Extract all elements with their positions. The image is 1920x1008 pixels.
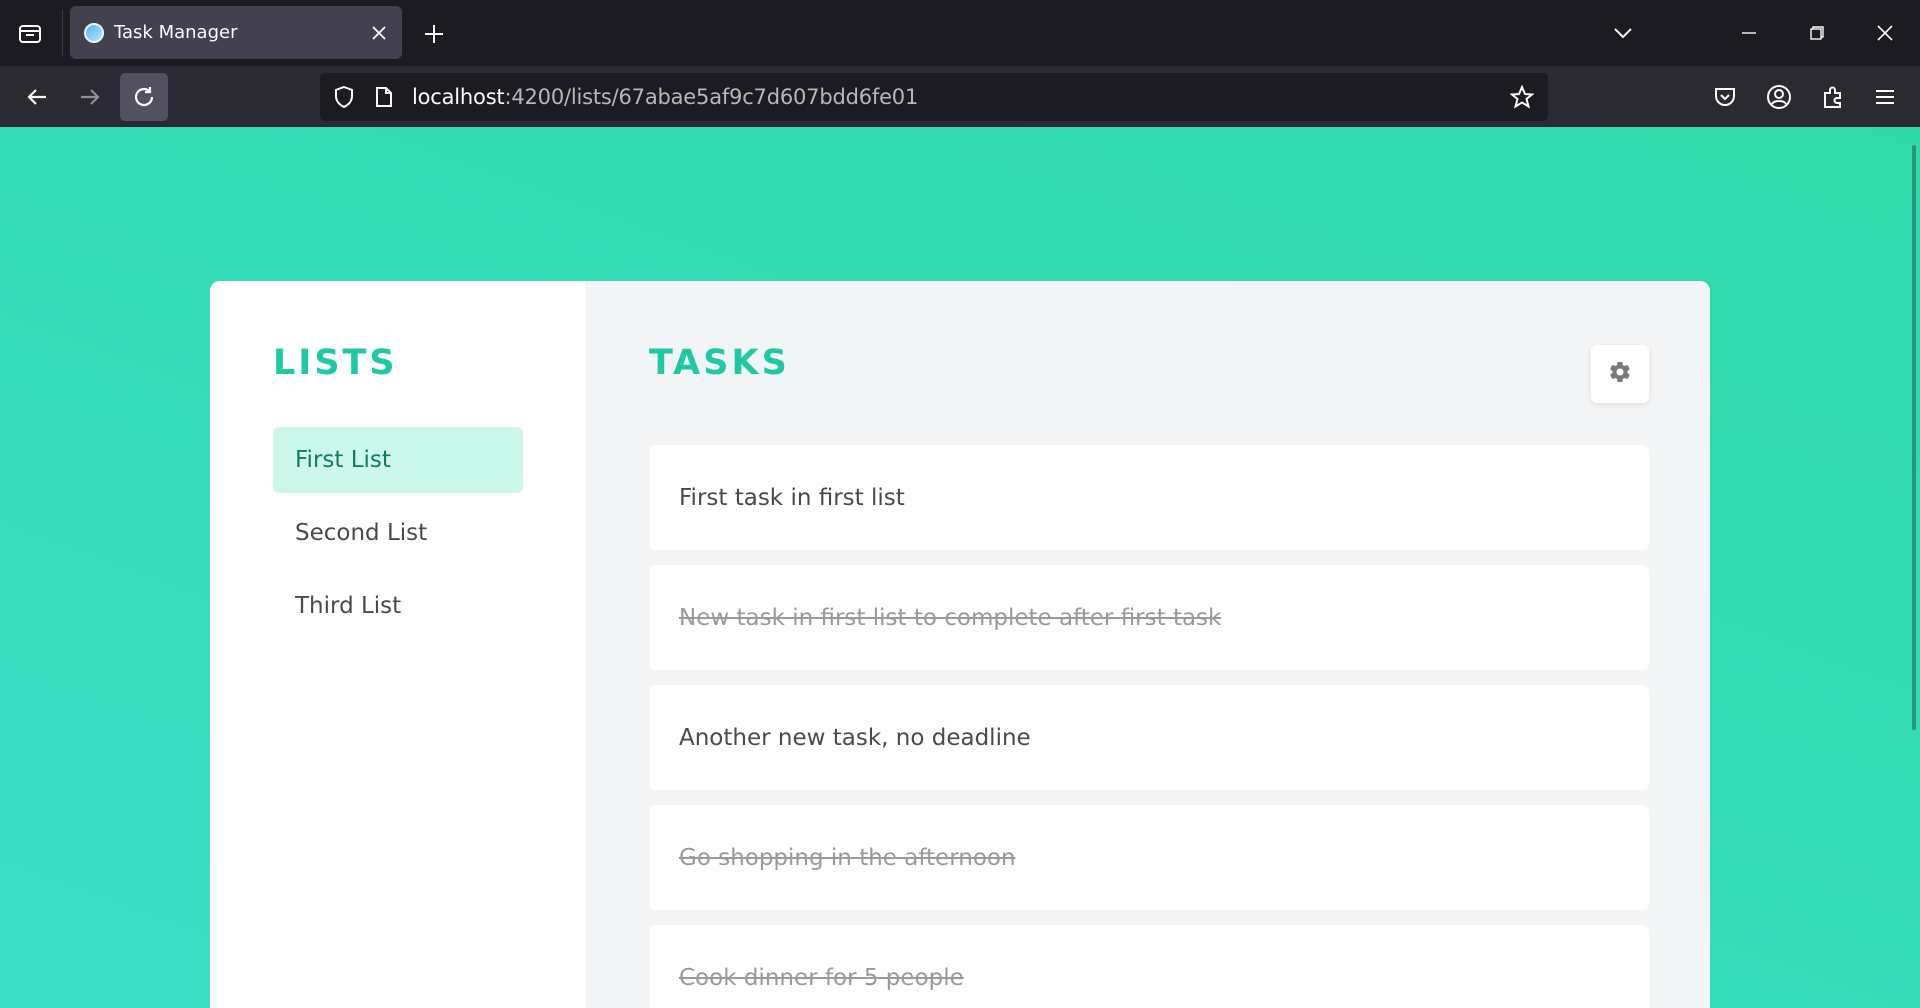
reload-icon[interactable] <box>120 73 168 121</box>
minimize-icon[interactable] <box>1734 18 1764 48</box>
list-all-tabs-icon[interactable] <box>1608 18 1638 48</box>
url-path: :4200/lists/67abae5af9c7d607bdd6fe01 <box>504 85 919 109</box>
tasks-panel: TASKS First task in first list New task … <box>586 281 1710 1008</box>
browser-nav-bar: localhost:4200/lists/67abae5af9c7d607bdd… <box>0 66 1920 127</box>
gear-icon <box>1608 360 1632 389</box>
app-favicon-icon <box>84 23 104 43</box>
lists-title: LISTS <box>273 343 398 383</box>
list-item-third[interactable]: Third List <box>273 573 523 639</box>
tasks-title: TASKS <box>649 343 790 383</box>
task-item-completed[interactable]: Cook dinner for 5 people <box>649 925 1649 1008</box>
restore-icon[interactable] <box>1802 18 1832 48</box>
bookmark-star-icon[interactable] <box>1508 83 1536 111</box>
task-item[interactable]: First task in first list <box>649 445 1649 550</box>
lists-sidebar: LISTS First List Second List Third List <box>210 281 586 1008</box>
list-item-second[interactable]: Second List <box>273 500 523 566</box>
settings-button[interactable] <box>1591 345 1649 403</box>
menu-icon[interactable] <box>1868 80 1902 114</box>
active-tab[interactable]: Task Manager <box>70 6 402 59</box>
page-icon[interactable] <box>370 83 398 111</box>
list-menu: First List Second List Third List <box>273 427 523 639</box>
forward-icon[interactable] <box>73 80 107 114</box>
tab-title: Task Manager <box>114 22 238 43</box>
task-item-completed[interactable]: New task in first list to complete after… <box>649 565 1649 670</box>
task-list: First task in first list New task in fir… <box>649 445 1649 1008</box>
page-viewport: LISTS First List Second List Third List … <box>0 127 1920 1008</box>
tab-overview-icon[interactable] <box>14 17 46 49</box>
task-item[interactable]: Another new task, no deadline <box>649 685 1649 790</box>
url-text[interactable]: localhost:4200/lists/67abae5af9c7d607bdd… <box>412 85 918 109</box>
page-scrollbar[interactable] <box>1912 145 1916 730</box>
shield-icon[interactable] <box>330 83 358 111</box>
tab-separator <box>62 10 63 56</box>
browser-tab-bar: Task Manager <box>0 0 1920 66</box>
url-host: localhost <box>412 85 505 109</box>
pocket-icon[interactable] <box>1708 80 1742 114</box>
close-tab-icon[interactable] <box>368 22 390 44</box>
list-item-first[interactable]: First List <box>273 427 523 493</box>
task-manager-card: LISTS First List Second List Third List … <box>210 281 1710 1008</box>
close-window-icon[interactable] <box>1870 18 1900 48</box>
account-icon[interactable] <box>1762 80 1796 114</box>
back-icon[interactable] <box>20 80 54 114</box>
new-tab-icon[interactable] <box>420 20 448 48</box>
extensions-icon[interactable] <box>1816 80 1850 114</box>
address-bar[interactable]: localhost:4200/lists/67abae5af9c7d607bdd… <box>320 73 1548 121</box>
task-item-completed[interactable]: Go shopping in the afternoon <box>649 805 1649 910</box>
